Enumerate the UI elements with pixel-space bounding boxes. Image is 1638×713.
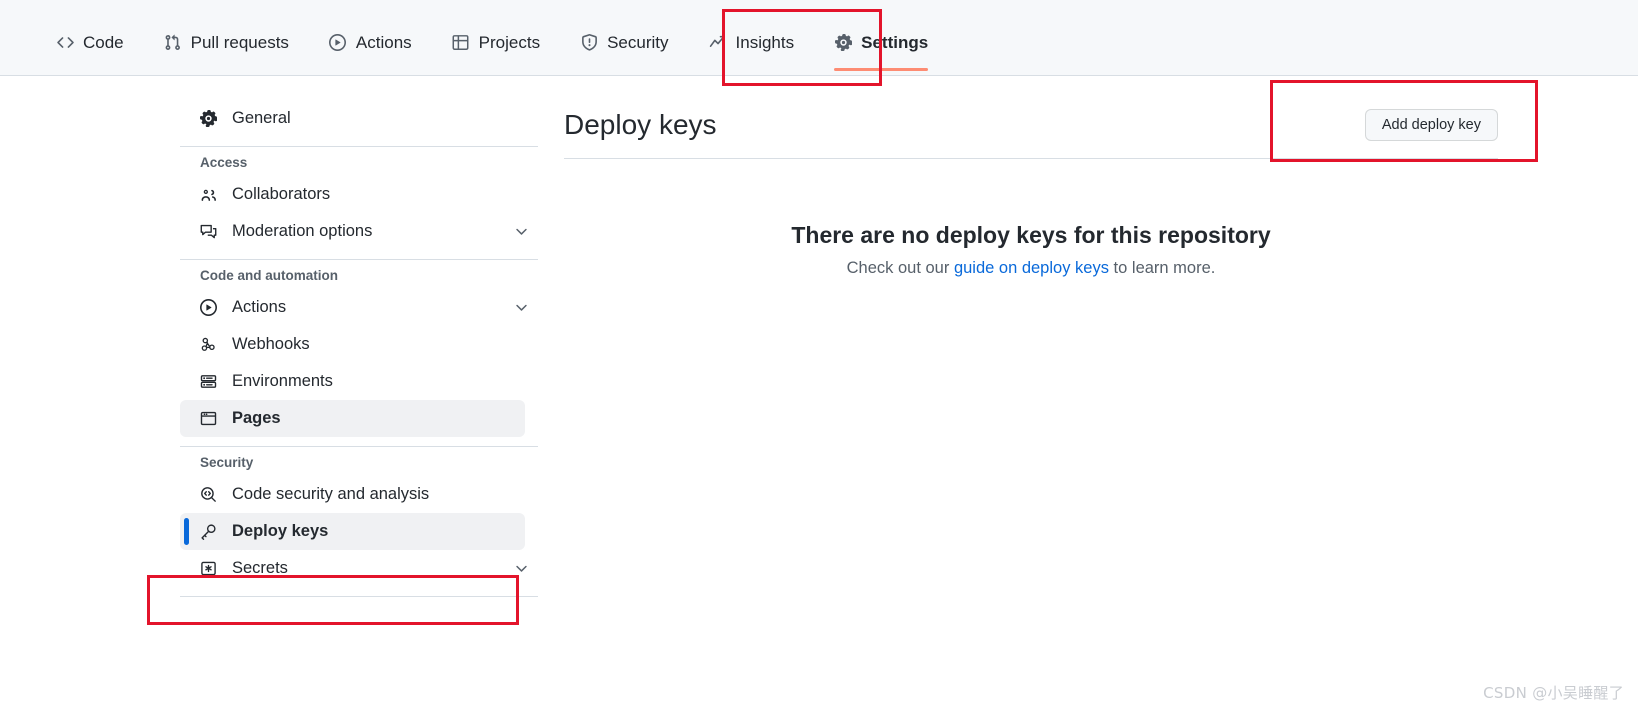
webhook-icon <box>200 336 220 353</box>
play-circle-icon <box>200 299 220 316</box>
sidebar-item-environments[interactable]: Environments <box>180 363 538 400</box>
page-root: Code Pull requests Actions Projects Secu… <box>0 0 1638 713</box>
codescan-icon <box>200 486 220 503</box>
sidebar-item-webhooks[interactable]: Webhooks <box>180 326 538 363</box>
sidebar-divider <box>180 596 538 597</box>
graph-icon <box>709 34 727 52</box>
tab-code[interactable]: Code <box>40 0 140 63</box>
tab-actions[interactable]: Actions <box>313 0 428 63</box>
tab-label: Code <box>83 33 124 52</box>
sidebar-item-label: Deploy keys <box>232 522 329 541</box>
sidebar-item-pages[interactable]: Pages <box>180 400 525 437</box>
tab-settings[interactable]: Settings <box>818 0 944 71</box>
guide-on-deploy-keys-link[interactable]: guide on deploy keys <box>954 259 1109 277</box>
sidebar-section-heading-access: Access <box>200 155 248 170</box>
tab-insights[interactable]: Insights <box>693 0 811 63</box>
page-title: Deploy keys <box>564 109 717 140</box>
key-icon <box>200 523 220 540</box>
sidebar-item-label: Moderation options <box>232 222 373 241</box>
chevron-down-icon[interactable] <box>515 562 528 575</box>
sidebar-item-moderation-options[interactable]: Moderation options <box>180 213 538 250</box>
sidebar-divider <box>180 146 538 147</box>
chevron-down-icon[interactable] <box>515 301 528 314</box>
tab-pull-requests[interactable]: Pull requests <box>148 0 305 63</box>
tab-label: Settings <box>861 33 929 52</box>
sidebar-item-label: General <box>232 109 291 128</box>
sidebar-item-general[interactable]: General <box>180 100 538 137</box>
add-deploy-key-button[interactable]: Add deploy key <box>1364 109 1498 141</box>
repository-tabs: Code Pull requests Actions Projects Secu… <box>40 0 952 75</box>
sidebar-section-heading-security: Security <box>200 455 254 470</box>
sidebar-item-secrets[interactable]: Secrets <box>180 550 538 587</box>
sidebar-item-label: Collaborators <box>232 185 331 204</box>
empty-state-subtitle: Check out our guide on deploy keys to le… <box>564 259 1498 278</box>
main-header-rule <box>564 158 1498 159</box>
empty-state-title: There are no deploy keys for this reposi… <box>791 222 1271 248</box>
tab-label: Security <box>607 33 669 52</box>
tab-label: Projects <box>478 33 541 52</box>
sidebar-item-actions[interactable]: Actions <box>180 289 538 326</box>
gear-icon <box>200 110 220 127</box>
sidebar-section-heading-code-and-automation: Code and automation <box>200 268 338 283</box>
empty-state-subtitle-prefix: Check out our <box>846 258 954 277</box>
sidebar-item-collaborators[interactable]: Collaborators <box>180 176 538 213</box>
gear-icon <box>834 34 852 52</box>
git-pull-request-icon <box>164 34 182 52</box>
server-icon <box>200 373 220 390</box>
sidebar-item-label: Pages <box>232 409 281 428</box>
tab-security[interactable]: Security <box>564 0 684 63</box>
tab-label: Actions <box>355 33 412 52</box>
shield-icon <box>580 34 598 52</box>
empty-state: There are no deploy keys for this reposi… <box>564 221 1498 278</box>
chevron-down-icon[interactable] <box>515 225 528 238</box>
settings-sidebar: General Access Collaborators Moderation … <box>180 100 538 604</box>
table-icon <box>452 34 470 52</box>
watermark: CSDN @小吴睡醒了 <box>1483 684 1624 702</box>
sidebar-item-label: Actions <box>232 298 287 317</box>
play-circle-icon <box>329 34 347 52</box>
browser-icon <box>200 410 220 427</box>
sidebar-item-label: Secrets <box>232 559 288 578</box>
main-header: Deploy keys Add deploy key <box>564 96 1498 154</box>
sidebar-item-label: Environments <box>232 372 333 391</box>
code-icon <box>56 34 74 52</box>
active-tab-underline <box>834 68 929 71</box>
sidebar-item-code-security-and-analysis[interactable]: Code security and analysis <box>180 476 538 513</box>
asterisk-icon <box>200 560 220 577</box>
sidebar-divider <box>180 446 538 447</box>
comment-discussion-icon <box>200 223 220 240</box>
tab-label: Pull requests <box>190 33 289 52</box>
people-icon <box>200 186 220 203</box>
sidebar-item-label: Code security and analysis <box>232 485 430 504</box>
main-content: Deploy keys Add deploy key There are no … <box>564 96 1498 278</box>
sidebar-item-label: Webhooks <box>232 335 310 354</box>
tab-label: Insights <box>735 33 795 52</box>
sidebar-divider <box>180 259 538 260</box>
tab-projects[interactable]: Projects <box>436 0 556 63</box>
sidebar-item-deploy-keys[interactable]: Deploy keys <box>180 513 525 550</box>
repository-nav-bar: Code Pull requests Actions Projects Secu… <box>0 0 1638 76</box>
empty-state-subtitle-suffix: to learn more. <box>1108 258 1216 277</box>
